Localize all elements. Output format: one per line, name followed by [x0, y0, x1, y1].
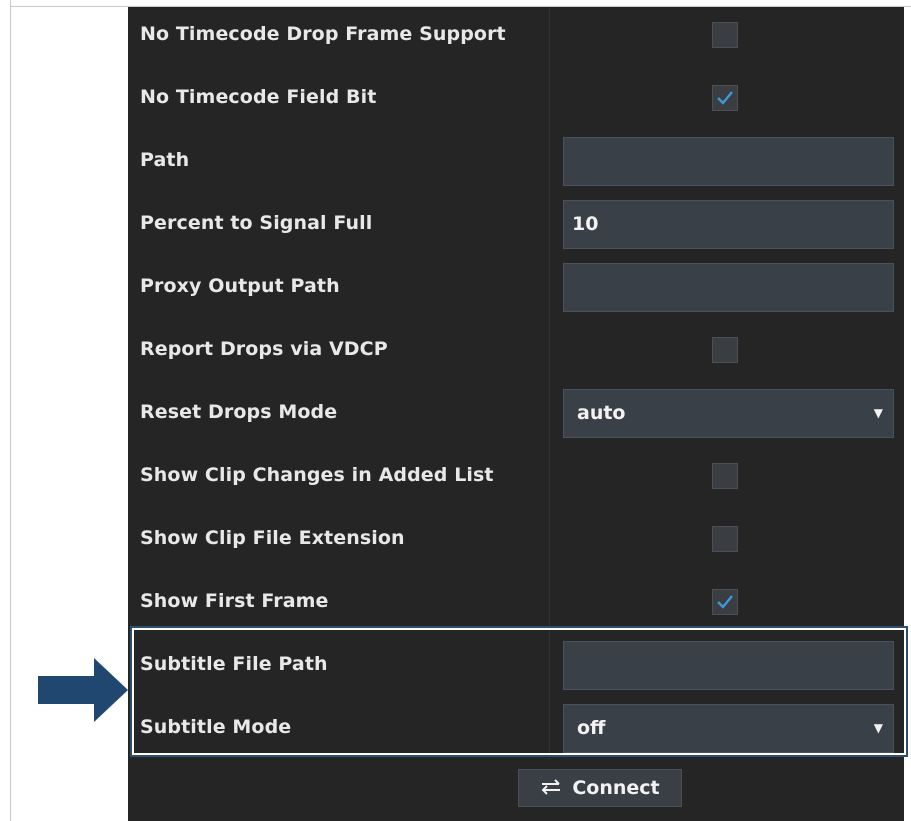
setting-label: Percent to Signal Full [140, 212, 373, 234]
setting-row-no-timecode-drop-frame-support: No Timecode Drop Frame Support [128, 7, 904, 70]
connect-label: Connect [572, 777, 660, 799]
show-clip-file-extension-checkbox[interactable] [712, 526, 738, 552]
setting-label: Reset Drops Mode [140, 401, 338, 423]
reset-drops-mode-select[interactable]: auto ▼ [563, 389, 894, 438]
setting-row-proxy-output-path: Proxy Output Path [128, 259, 904, 322]
setting-row-percent-to-signal-full: Percent to Signal Full 10 [128, 196, 904, 259]
path-input[interactable] [563, 137, 894, 186]
setting-label: No Timecode Drop Frame Support [140, 23, 506, 45]
show-first-frame-checkbox[interactable] [712, 589, 738, 615]
setting-row-show-clip-changes: Show Clip Changes in Added List [128, 448, 904, 511]
page-left-border [10, 0, 11, 821]
no-timecode-drop-frame-checkbox[interactable] [712, 22, 738, 48]
checkmark-icon [717, 595, 733, 609]
setting-row-no-timecode-field-bit: No Timecode Field Bit [128, 70, 904, 133]
setting-label: No Timecode Field Bit [140, 86, 377, 108]
dropdown-caret-icon: ▼ [873, 406, 883, 420]
setting-label: Proxy Output Path [140, 275, 340, 297]
setting-row-path: Path [128, 133, 904, 196]
swap-arrows-icon [541, 779, 561, 795]
subtitle-settings-highlight [130, 626, 908, 757]
setting-label: Report Drops via VDCP [140, 338, 388, 360]
setting-row-report-drops-via-vdcp: Report Drops via VDCP [128, 322, 904, 385]
setting-row-show-clip-file-extension: Show Clip File Extension [128, 511, 904, 574]
connect-button[interactable]: Connect [518, 769, 682, 807]
report-drops-via-vdcp-checkbox[interactable] [712, 337, 738, 363]
setting-label: Show Clip File Extension [140, 527, 405, 549]
setting-row-reset-drops-mode: Reset Drops Mode auto ▼ [128, 385, 904, 448]
setting-label: Path [140, 149, 190, 171]
setting-label: Show Clip Changes in Added List [140, 464, 494, 486]
show-clip-changes-checkbox[interactable] [712, 463, 738, 489]
select-value: auto [577, 402, 626, 424]
no-timecode-field-bit-checkbox[interactable] [712, 85, 738, 111]
checkmark-icon [717, 91, 733, 105]
proxy-output-path-input[interactable] [563, 263, 894, 312]
pointer-arrow-icon [38, 658, 128, 722]
percent-to-signal-full-input[interactable]: 10 [563, 200, 894, 249]
